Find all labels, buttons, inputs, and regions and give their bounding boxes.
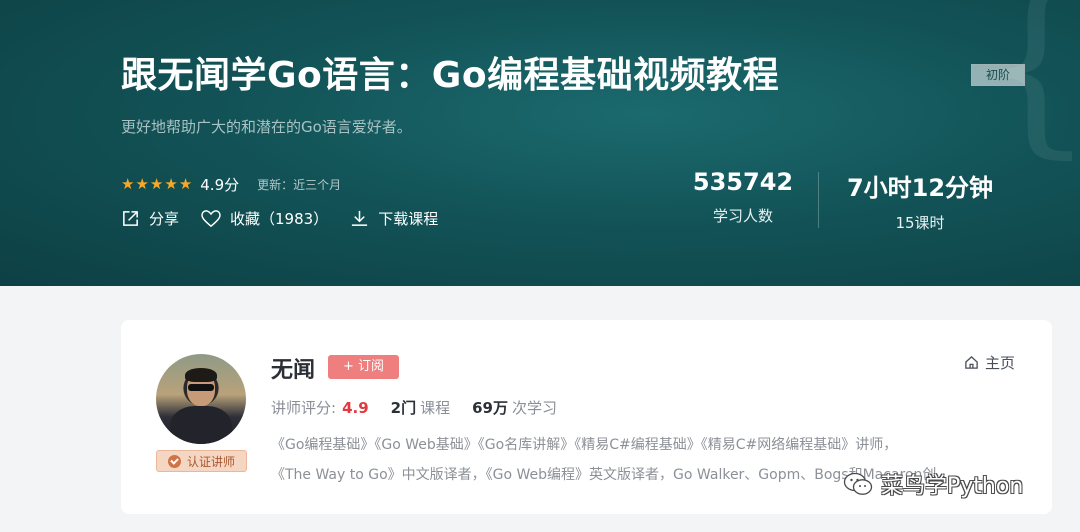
course-actions: 分享 收藏（1983） 下载课程 bbox=[121, 208, 438, 229]
star-icon: ★ bbox=[149, 174, 164, 193]
course-hero: { 跟无闻学Go语言：Go编程基础视频教程 初阶 更好地帮助广大的和潜在的Go语… bbox=[0, 0, 1080, 286]
course-count-label: 课程 bbox=[420, 399, 451, 417]
cert-label: 认证讲师 bbox=[186, 454, 235, 469]
star-icon: ★ bbox=[135, 174, 149, 193]
learner-count-label: 学习人数 bbox=[712, 207, 773, 225]
share-icon bbox=[123, 211, 138, 226]
lesson-count: 15课时 bbox=[895, 214, 945, 232]
teacher-meta: 讲师评分: 4.9 2门 课程 69万 次学习 bbox=[271, 397, 557, 418]
teacher-avatar[interactable] bbox=[156, 354, 246, 444]
learner-count-stat: 535742 学习人数 bbox=[690, 168, 796, 226]
learn-count-label: 次学习 bbox=[511, 399, 557, 417]
bio-line: 《Go编程基础》《Go Web基础》《Go名库讲解》《精易C#编程基础》《精易C… bbox=[271, 437, 898, 453]
stat-divider bbox=[818, 172, 819, 228]
check-circle-icon bbox=[167, 454, 181, 468]
wechat-icon bbox=[843, 472, 873, 495]
level-badge: 初阶 bbox=[971, 64, 1025, 86]
rating-label: 讲师评分: bbox=[271, 399, 337, 417]
download-button[interactable]: 下载课程 bbox=[350, 208, 438, 229]
certified-teacher-badge: 认证讲师 bbox=[156, 450, 247, 472]
learn-count: 69万 bbox=[472, 399, 508, 417]
watermark-text: 菜鸟学Python bbox=[881, 474, 1024, 499]
home-icon bbox=[965, 355, 978, 369]
share-label: 分享 bbox=[149, 210, 180, 228]
subscribe-button[interactable]: + 订阅 bbox=[328, 355, 399, 379]
favorite-label: 收藏（1983） bbox=[230, 210, 329, 228]
watermark: 菜鸟学Python bbox=[843, 468, 1023, 500]
teacher-rating: 4.9 bbox=[342, 399, 369, 417]
duration-value: 7小时12分钟 bbox=[846, 174, 994, 202]
teacher-name[interactable]: 无闻 bbox=[271, 352, 315, 384]
rating-row: ★ ★ ★ ★ ★ 4.9分 更新：近三个月 bbox=[121, 174, 341, 194]
course-subtitle: 更好地帮助广大的和潜在的Go语言爱好者。 bbox=[121, 118, 412, 136]
rating-stars: ★ ★ ★ ★ ★ bbox=[121, 174, 193, 193]
favorite-button[interactable]: 收藏（1983） bbox=[201, 208, 328, 229]
home-label: 主页 bbox=[985, 354, 1016, 372]
heart-icon bbox=[201, 209, 221, 227]
share-button[interactable]: 分享 bbox=[121, 208, 179, 229]
rating-score: 4.9分 bbox=[200, 175, 240, 194]
duration-stat: 7小时12分钟 15课时 bbox=[838, 168, 1002, 233]
star-icon: ★ bbox=[178, 174, 193, 193]
home-link[interactable]: 主页 bbox=[964, 352, 1015, 373]
course-count: 2门 bbox=[390, 399, 417, 417]
star-icon: ★ bbox=[164, 174, 178, 193]
download-label: 下载课程 bbox=[378, 210, 439, 228]
download-icon bbox=[352, 210, 368, 226]
learner-count: 535742 bbox=[692, 168, 794, 196]
course-title: 跟无闻学Go语言：Go编程基础视频教程 bbox=[121, 55, 780, 96]
star-icon: ★ bbox=[121, 174, 135, 193]
update-info: 更新：近三个月 bbox=[257, 177, 342, 192]
